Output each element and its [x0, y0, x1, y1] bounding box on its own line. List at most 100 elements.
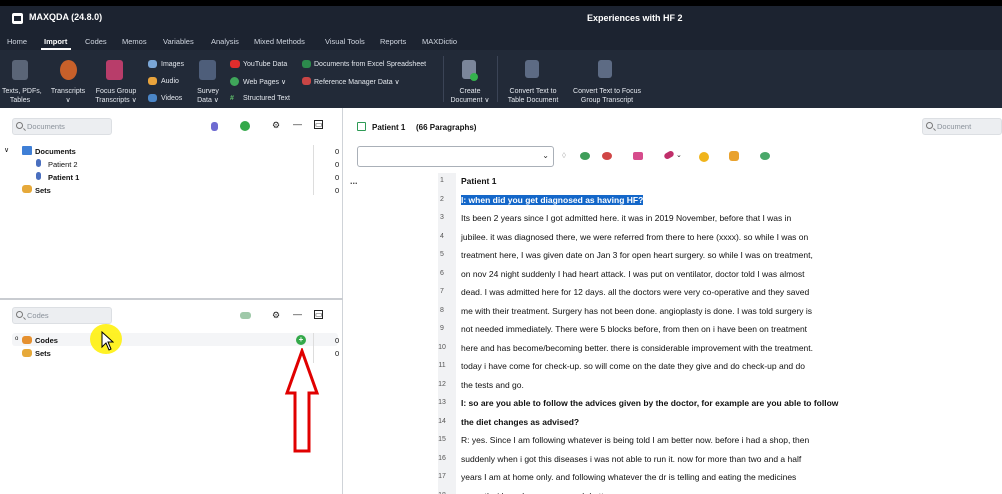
sets-folder-icon — [22, 185, 32, 193]
paragraph-line[interactable]: dead. I was admitted here for 12 days. a… — [461, 287, 809, 297]
chevron-down-icon[interactable]: ⌄ — [676, 151, 682, 159]
menu-variables[interactable]: Variables — [163, 37, 194, 46]
add-document-icon[interactable] — [240, 121, 250, 131]
paragraph-number: 6 — [440, 269, 444, 277]
paragraph-line[interactable]: suddenly when i got this diseases i was … — [461, 454, 801, 464]
web-pages-label: Web Pages — [243, 79, 280, 86]
code-selection-icon[interactable] — [580, 152, 590, 160]
document-patient-1[interactable]: Patient 1 — [48, 173, 79, 182]
create-document-button[interactable]: Create Document ∨ — [446, 87, 494, 105]
document-search-placeholder: Document — [937, 122, 972, 131]
paragraph-number: 8 — [440, 306, 444, 314]
youtube-data-button[interactable]: YouTube Data — [243, 61, 287, 68]
paragraph-number: 5 — [440, 251, 444, 258]
maximize-icon[interactable]: ▭ — [314, 120, 323, 129]
selected-text[interactable]: I: when did you get diagnosed as having … — [461, 194, 644, 205]
convert-to-table-button[interactable]: Convert Text to Table Document — [501, 87, 565, 105]
menu-home[interactable]: Home — [7, 37, 27, 46]
color-code-icon[interactable] — [633, 152, 643, 160]
focus-group-button[interactable]: Focus Group Transcripts ∨ — [92, 87, 140, 105]
paragraph-number: 4 — [440, 232, 444, 240]
codes-search-input[interactable]: Codes — [12, 307, 112, 324]
add-badge-icon — [470, 73, 478, 81]
paragraph-line[interactable]: the tests and go. — [461, 380, 524, 390]
emoticode-icon[interactable] — [699, 152, 709, 162]
paragraph-line[interactable]: here and has become/becoming better. the… — [461, 343, 813, 353]
document-patient-2[interactable]: Patient 2 — [48, 160, 78, 169]
documents-expand-chevron-icon[interactable]: ∨ — [4, 146, 9, 154]
add-code-icon[interactable]: + — [296, 335, 306, 345]
new-code-icon[interactable] — [240, 312, 251, 319]
ribbon-separator — [497, 56, 498, 102]
paragraph-line[interactable]: Its been 2 years since I got admitted he… — [461, 213, 791, 223]
browser-paragraph-count: (66 Paragraphs) — [416, 123, 477, 132]
paragraph-number: 2 — [440, 195, 444, 203]
paragraph-line[interactable]: I: when did you get diagnosed as having … — [461, 194, 644, 205]
menu-memos[interactable]: Memos — [122, 37, 147, 46]
texts-pdfs-icon — [12, 60, 28, 80]
menu-import[interactable]: Import — [44, 37, 67, 46]
paragraph-number: 3 — [440, 214, 444, 221]
paragraph-line[interactable]: correctly. i have become so much better. — [461, 491, 613, 494]
paragraph-line[interactable]: not needed immediately. There were 5 blo… — [461, 324, 807, 334]
paragraph-line[interactable]: years I am at home only. and following w… — [461, 472, 796, 482]
uncode-icon[interactable] — [602, 152, 612, 160]
texts-pdfs-button[interactable]: Texts, PDFs, Tables — [2, 87, 42, 105]
web-pages-button[interactable]: Web Pages ∨ — [243, 78, 286, 86]
paragraph-line[interactable]: R: yes. Since I am following whatever is… — [461, 435, 809, 445]
survey-data-icon — [199, 60, 216, 80]
code-in-vivo-icon[interactable] — [760, 152, 770, 160]
paragraph-line[interactable]: the diet changes as advised? — [461, 417, 579, 427]
code-sets[interactable]: Sets — [35, 349, 51, 358]
code-selector-dropdown[interactable]: ⌄ — [357, 146, 554, 167]
documents-folder-icon — [22, 146, 32, 155]
minimize-icon[interactable]: — — [293, 119, 302, 129]
menu-bar: Home Import Codes Memos Variables Analys… — [0, 34, 1002, 50]
paragraph-line[interactable]: jubilee. it was diagnosed there, we were… — [461, 232, 808, 242]
paragraph-line[interactable]: Patient 1 — [461, 176, 496, 186]
videos-button[interactable]: Videos — [161, 95, 182, 102]
paragraph-line[interactable]: treatment here, I was given date on Jan … — [461, 250, 813, 260]
memo-icon[interactable] — [729, 151, 739, 161]
paragraph-number: 7 — [440, 288, 444, 295]
settings-gear-icon[interactable]: ⚙ — [272, 120, 280, 131]
menu-visual-tools[interactable]: Visual Tools — [325, 37, 365, 46]
audio-button[interactable]: Audio — [161, 78, 179, 85]
transcripts-button[interactable]: Transcripts ∨ — [48, 87, 88, 105]
menu-mixed-methods[interactable]: Mixed Methods — [254, 37, 305, 46]
search-icon — [926, 122, 933, 129]
browser-ellipsis[interactable]: ... — [350, 176, 358, 186]
document-edit-icon[interactable] — [357, 122, 366, 131]
paragraph-line[interactable]: on nov 24 night suddenly I had heart att… — [461, 269, 805, 279]
reference-manager-button[interactable]: Reference Manager Data ∨ — [314, 78, 400, 86]
codes-expand-icon[interactable]: o — [15, 336, 18, 342]
menu-reports[interactable]: Reports — [380, 37, 406, 46]
menu-maxdictio[interactable]: MAXDictio — [422, 37, 457, 46]
convert-to-focus-button[interactable]: Convert Text to Focus Group Transcript — [567, 87, 647, 105]
new-document-icon[interactable] — [211, 122, 218, 131]
maximize-icon[interactable]: ▭ — [314, 310, 323, 319]
codes-root[interactable]: Codes — [35, 336, 58, 345]
paragraph-number: 14 — [438, 417, 446, 425]
documents-root[interactable]: Documents — [35, 147, 76, 156]
settings-gear-icon[interactable]: ⚙ — [272, 310, 280, 321]
web-pages-icon — [230, 77, 239, 86]
document-search-input[interactable]: Document — [922, 118, 1002, 135]
minimize-icon[interactable]: — — [293, 309, 302, 319]
pane-splitter[interactable] — [0, 298, 343, 300]
menu-codes[interactable]: Codes — [85, 37, 107, 46]
excel-spreadsheet-button[interactable]: Documents from Excel Spreadsheet — [314, 61, 426, 68]
structured-text-button[interactable]: Structured Text — [243, 95, 290, 102]
menu-analysis[interactable]: Analysis — [211, 37, 239, 46]
document-sets[interactable]: Sets — [35, 186, 51, 195]
videos-icon — [148, 94, 157, 102]
paragraph-line[interactable]: I: so are you able to follow the advices… — [461, 398, 838, 408]
paragraph-line[interactable]: today i have come for check-up. so will … — [461, 361, 805, 371]
survey-data-button[interactable]: Survey Data ∨ — [192, 87, 224, 105]
images-button[interactable]: Images — [161, 61, 184, 68]
documents-search-input[interactable]: Documents — [12, 118, 112, 135]
code-stripe-icon[interactable]: ◊ — [562, 151, 566, 160]
paragraph-number-gutter — [438, 173, 456, 494]
paragraph-line[interactable]: me with their treatment. Surgery has not… — [461, 306, 812, 316]
count-column-divider — [313, 145, 314, 195]
